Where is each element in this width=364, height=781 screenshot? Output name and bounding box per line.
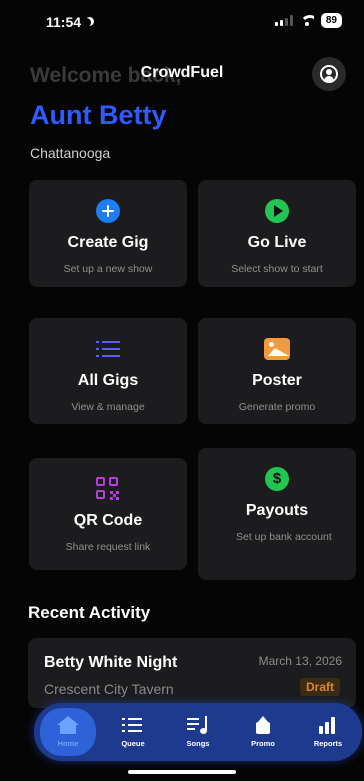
payouts-title: Payouts [245,502,309,519]
play-circle-icon-wrap [264,198,290,224]
bar-chart-icon [317,716,339,734]
tab-queue-label: Queue [121,739,145,748]
cell-signal-icon [274,15,293,26]
poster-subtitle: Generate promo [238,401,316,413]
photo-icon-wrap [264,336,290,362]
go-live-subtitle: Select show to start [231,263,323,275]
poster-card[interactable]: Poster Generate promo [198,318,356,424]
status-badge: Draft [299,678,340,696]
status-time-text: 11:54 [46,14,82,30]
tab-reports-label: Reports [313,739,343,748]
dollar-circle-icon-wrap: $ [264,466,290,492]
status-indicators: 89 [274,13,342,28]
tab-songs[interactable]: Songs [170,708,226,756]
qr-code-title: QR Code [73,512,143,529]
photo-icon [264,338,290,360]
play-circle-icon [265,199,289,223]
user-city: Chattanooga [30,145,111,161]
dollar-circle-icon: $ [265,467,289,491]
list-icon [96,340,120,358]
tab-home[interactable]: Home [40,708,96,756]
tab-home-label: Home [57,739,79,748]
tab-queue[interactable]: Queue [105,708,161,756]
go-live-card[interactable]: Go Live Select show to start [198,180,356,287]
qr-code-icon [96,477,120,501]
share-icon [252,716,274,734]
tab-reports[interactable]: Reports [300,708,356,756]
wifi-icon [299,15,314,26]
home-icon [57,716,79,734]
gig-name: Betty White Night [44,654,178,671]
all-gigs-card[interactable]: All Gigs View & manage [29,318,187,424]
profile-button[interactable] [312,57,346,91]
status-time: 11:54 [46,14,94,30]
create-gig-title: Create Gig [67,234,149,251]
tab-bar: Home Queue Songs Promo Reports [34,703,362,761]
qr-code-card[interactable]: QR Code Share request link [29,458,187,570]
payouts-card[interactable]: $ Payouts Set up bank account [198,448,356,580]
go-live-title: Go Live [247,234,307,251]
tab-songs-label: Songs [186,739,210,748]
moon-icon [82,18,91,27]
qr-code-subtitle: Share request link [65,541,151,553]
music-note-icon [187,716,209,734]
app-title: CrowdFuel [140,64,224,81]
queue-icon [122,716,144,734]
tab-promo-label: Promo [251,739,275,748]
payouts-subtitle: Set up bank account [236,531,332,543]
home-indicator [128,770,236,774]
gig-venue: Crescent City Tavern [44,681,174,697]
status-bar: 11:54 89 [0,0,364,40]
poster-title: Poster [252,372,302,389]
tab-promo[interactable]: Promo [235,708,291,756]
plus-circle-icon-wrap [95,198,121,224]
user-circle-icon [320,65,338,83]
gig-date: March 13, 2026 [258,654,342,668]
all-gigs-title: All Gigs [77,372,139,389]
recent-activity-heading: Recent Activity [28,603,151,622]
create-gig-subtitle: Set up a new show [63,263,153,275]
activity-item[interactable]: Betty White Night Crescent City Tavern M… [28,638,356,708]
all-gigs-subtitle: View & manage [71,401,145,413]
create-gig-card[interactable]: Create Gig Set up a new show [29,180,187,287]
app-screen: 11:54 89 Welcome back, CrowdFuel Aunt Be… [0,0,364,781]
user-name: Aunt Betty [30,100,167,130]
plus-circle-icon [96,199,120,223]
qr-code-icon-wrap [95,476,121,502]
list-icon-wrap [95,336,121,362]
battery-icon: 89 [320,13,342,28]
